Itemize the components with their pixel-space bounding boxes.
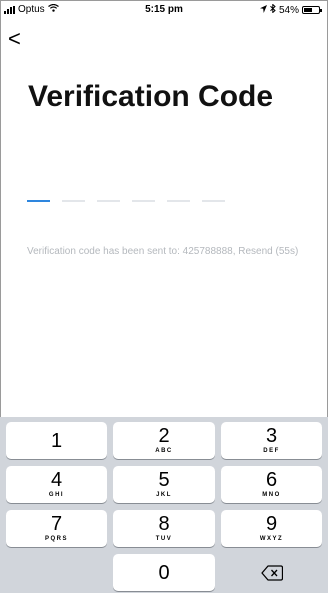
page-title: Verification Code <box>28 80 274 113</box>
key-number: 1 <box>50 429 63 452</box>
key-8[interactable]: 8 TUV <box>113 510 215 547</box>
key-number: 8 <box>158 513 170 535</box>
key-0[interactable]: 0 <box>113 554 215 591</box>
key-number: 4 <box>50 469 63 491</box>
battery-icon <box>302 6 322 14</box>
code-slot[interactable] <box>27 200 50 202</box>
backspace-icon <box>260 564 283 581</box>
key-number: 9 <box>265 513 278 535</box>
key-6[interactable]: 6 MNO <box>221 466 322 503</box>
key-3[interactable]: 3 DEF <box>221 422 322 459</box>
key-letters: WXYZ <box>259 536 284 542</box>
key-letters: TUV <box>155 536 173 542</box>
code-slot[interactable] <box>62 200 85 202</box>
key-5[interactable]: 5 JKL <box>113 466 215 503</box>
key-number: 7 <box>50 513 63 535</box>
key-number: 3 <box>265 425 278 447</box>
key-letters: ABC <box>155 448 173 454</box>
key-1[interactable]: 1 <box>6 422 107 459</box>
key-letters: JKL <box>156 492 172 498</box>
key-number: 5 <box>158 469 170 491</box>
location-icon <box>259 4 267 16</box>
delete-key[interactable] <box>221 554 322 591</box>
bluetooth-icon <box>270 3 276 16</box>
status-right: 54% <box>259 3 322 16</box>
status-bar: Optus 5:15 pm 54% <box>0 0 328 20</box>
key-9[interactable]: 9 WXYZ <box>221 510 322 547</box>
code-slot[interactable] <box>97 200 120 202</box>
key-letters: GHI <box>48 492 65 498</box>
battery-percent: 54% <box>278 4 299 16</box>
code-input[interactable] <box>27 200 225 202</box>
key-number: 6 <box>265 469 278 491</box>
key-letters: PQRS <box>44 536 68 542</box>
code-slot[interactable] <box>167 200 190 202</box>
back-button[interactable]: < <box>8 28 21 50</box>
key-7[interactable]: 7 PQRS <box>6 510 107 547</box>
key-number: 0 <box>158 561 170 584</box>
code-slot[interactable] <box>132 200 155 202</box>
key-2[interactable]: 2 ABC <box>113 422 215 459</box>
key-number: 2 <box>158 425 170 447</box>
key-4[interactable]: 4 GHI <box>6 466 107 503</box>
verification-info-text: Verification code has been sent to: 4257… <box>27 246 299 257</box>
key-letters: MNO <box>262 492 281 498</box>
code-slot[interactable] <box>202 200 225 202</box>
blank-key <box>6 554 107 591</box>
numeric-keyboard: 1 2 ABC 3 DEF 4 GHI 5 JKL 6 MNO 7 PQRS 8… <box>0 417 328 593</box>
key-letters: DEF <box>263 448 280 454</box>
